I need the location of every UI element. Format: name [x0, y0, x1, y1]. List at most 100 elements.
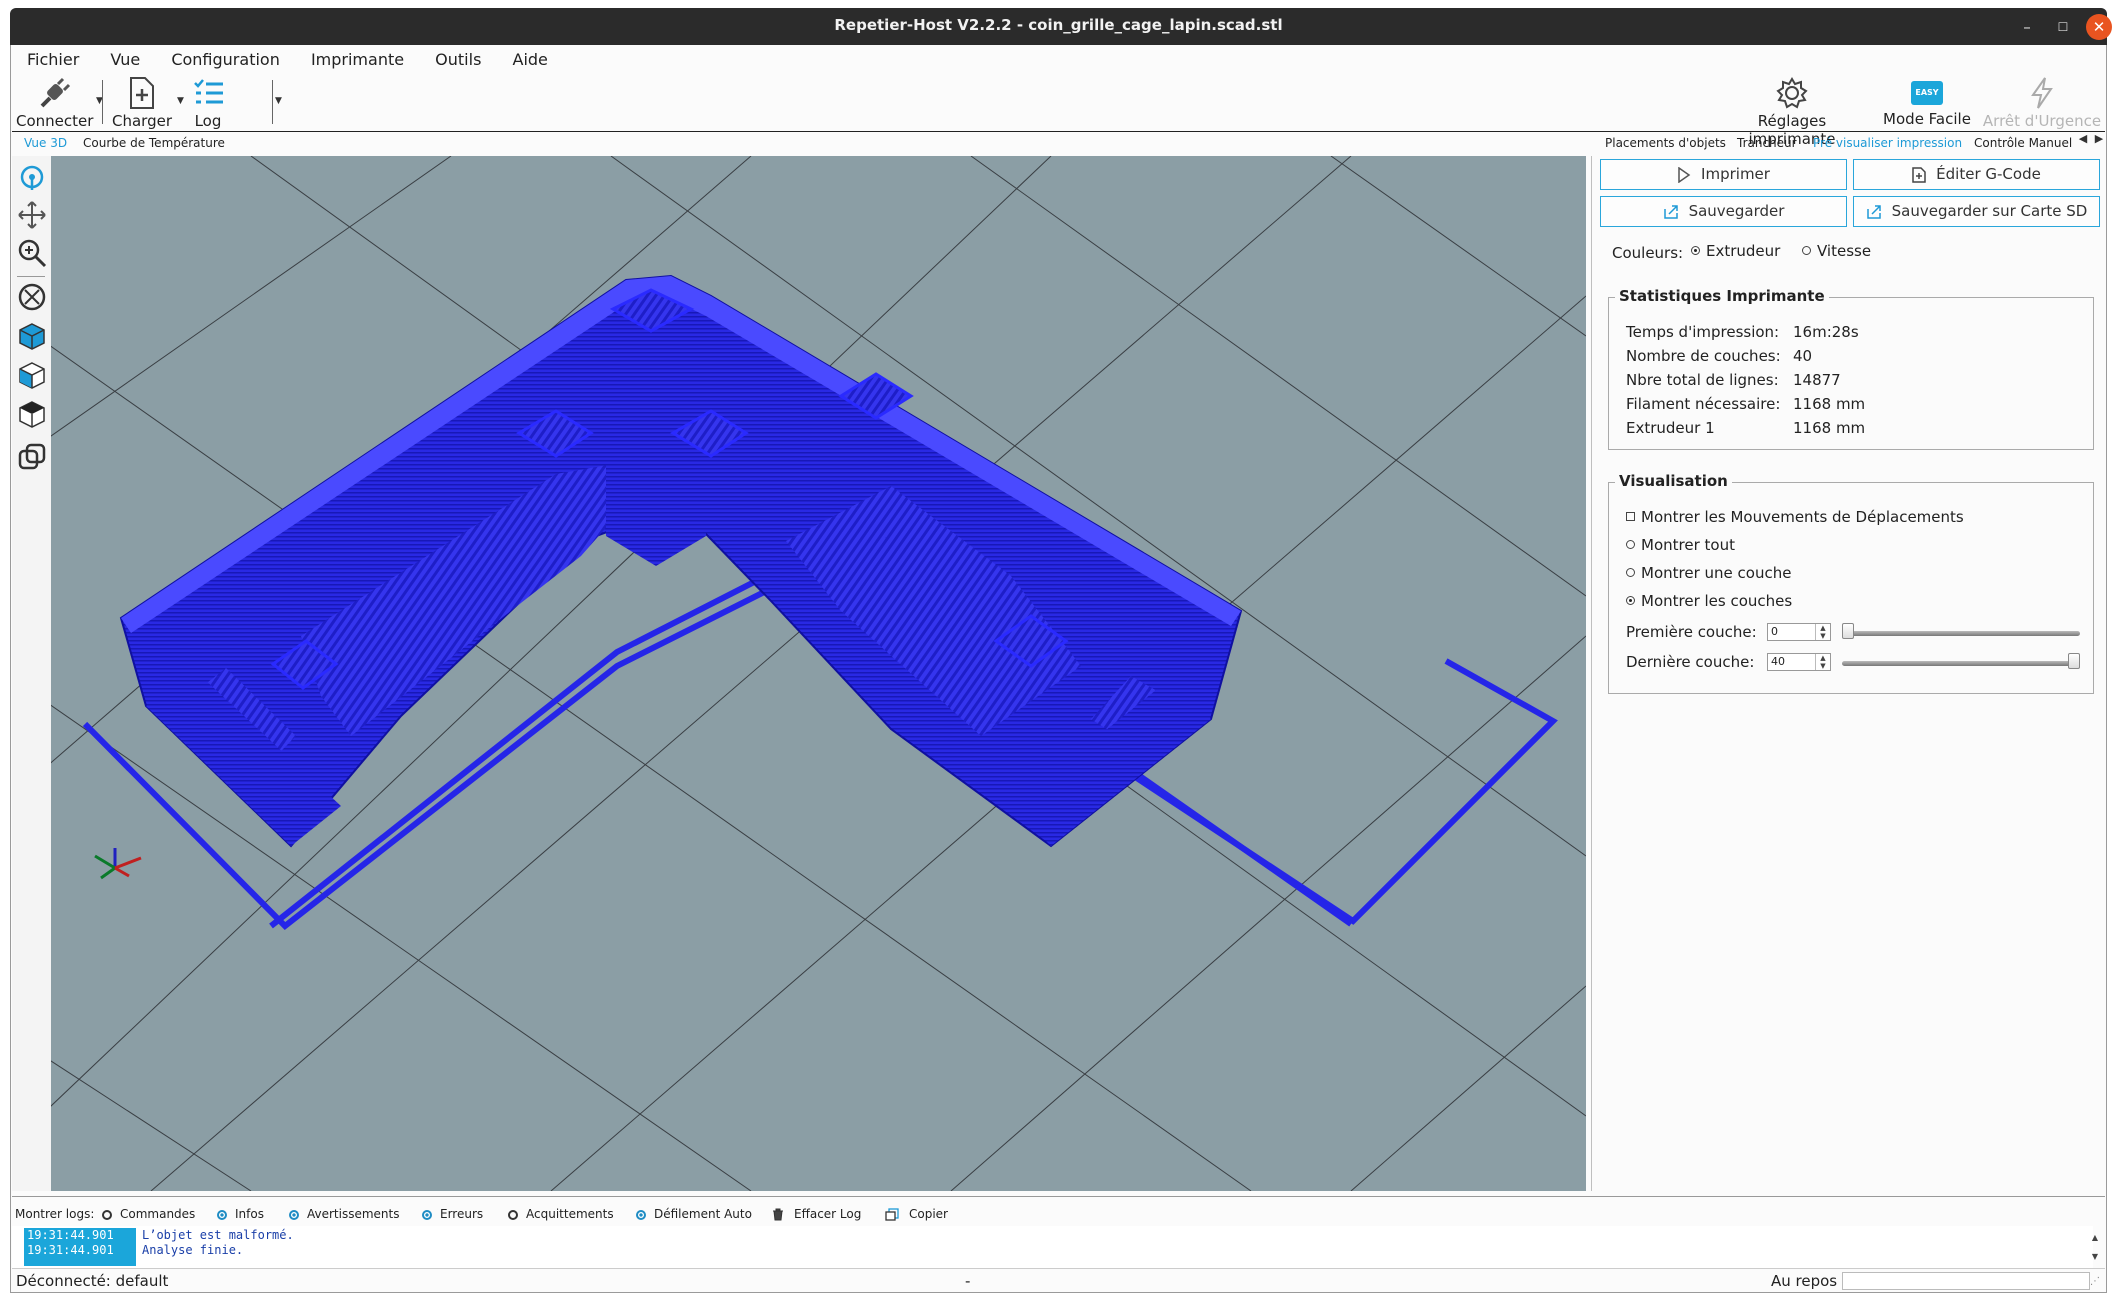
log-filter-acquittements-toggle[interactable] — [508, 1209, 518, 1220]
move-view-icon[interactable] — [17, 200, 47, 230]
log-filter-defilement-toggle[interactable] — [636, 1209, 646, 1220]
log-filter-infos-toggle[interactable] — [217, 1209, 227, 1220]
window-titlebar: Repetier-Host V2.2.2 - coin_grille_cage_… — [10, 8, 2112, 45]
stat-label-lines: Nbre total de lignes: — [1626, 371, 1779, 389]
save-button[interactable]: Sauvegarder — [1600, 196, 1847, 227]
minimize-button[interactable]: – — [2014, 14, 2040, 40]
show-one-label: Montrer une couche — [1641, 564, 1792, 582]
show-all-radio[interactable] — [1626, 540, 1635, 549]
log-entry-time: 19:31:44.901 — [24, 1243, 136, 1266]
stat-label-time: Temps d'impression: — [1626, 323, 1780, 341]
menu-configuration[interactable]: Configuration — [155, 46, 290, 69]
menubar: Fichier Vue Configuration Imprimante Out… — [11, 46, 558, 76]
emergency-stop-button[interactable]: Arrêt d'Urgence — [1982, 76, 2102, 130]
viewport-3d[interactable] — [51, 156, 1586, 1191]
menu-vue[interactable]: Vue — [94, 46, 150, 69]
menu-imprimante[interactable]: Imprimante — [295, 46, 414, 69]
connect-button[interactable]: Connecter — [16, 76, 93, 130]
log-filter-erreurs-label: Erreurs — [440, 1207, 484, 1221]
log-filter-avertissements-toggle[interactable] — [289, 1209, 299, 1220]
load-dropdown-icon[interactable]: ▼ — [177, 96, 184, 106]
toolbar-overflow-icon[interactable]: ▼ — [275, 96, 282, 106]
easy-mode-button[interactable]: EASY Mode Facile — [1880, 76, 1974, 128]
load-button[interactable]: Charger — [112, 76, 172, 130]
log-filter-acquittements[interactable]: Acquittements — [508, 1207, 614, 1221]
log-filter-acquittements-label: Acquittements — [526, 1207, 614, 1221]
last-layer-slider-handle[interactable] — [2068, 653, 2080, 669]
show-travel-label: Montrer les Mouvements de Déplacements — [1641, 508, 1964, 526]
stats-title: Statistiques Imprimante — [1615, 287, 1829, 305]
color-extruder-radio[interactable] — [1691, 246, 1700, 255]
play-icon — [1678, 166, 1691, 183]
maximize-button[interactable]: ☐ — [2050, 14, 2076, 40]
stat-value-time: 16m:28s — [1793, 323, 1859, 341]
save-sd-button[interactable]: Sauvegarder sur Carte SD — [1853, 196, 2100, 227]
rotate-view-icon[interactable] — [17, 162, 47, 192]
tab-scroll-right-icon[interactable]: ▶ — [2092, 132, 2106, 150]
tab-pre-visualiser[interactable]: Pré visualiser impression — [1813, 136, 1962, 150]
zoom-view-icon[interactable] — [17, 238, 47, 268]
stat-label-extruder1: Extrudeur 1 — [1626, 419, 1715, 437]
show-one-option[interactable]: Montrer une couche — [1626, 564, 1791, 582]
menu-outils[interactable]: Outils — [419, 46, 491, 69]
plug-icon — [40, 77, 71, 108]
first-layer-spinbox[interactable]: 0 ▲ ▼ — [1767, 623, 1831, 641]
stat-value-lines: 14877 — [1793, 371, 1841, 389]
log-filter-defilement-label: Défilement Auto — [654, 1207, 752, 1221]
iso-view-icon[interactable] — [17, 321, 47, 351]
first-layer-slider-handle[interactable] — [1842, 623, 1854, 639]
log-filter-avertissements-label: Avertissements — [307, 1207, 400, 1221]
edit-gcode-button[interactable]: Éditer G-Code — [1853, 159, 2100, 190]
copy-log-button[interactable]: Copier — [885, 1207, 948, 1221]
tab-controle-manuel[interactable]: Contrôle Manuel — [1974, 136, 2074, 150]
log-filter-avertissements[interactable]: Avertissements — [289, 1207, 399, 1221]
stat-value-layers: 40 — [1793, 347, 1813, 365]
close-button[interactable]: ✕ — [2086, 14, 2112, 40]
menu-aide[interactable]: Aide — [497, 46, 558, 69]
tab-placements-objets[interactable]: Placements d'objets — [1605, 136, 1726, 150]
resize-grip-icon[interactable]: ⋰ — [2090, 1276, 2100, 1287]
first-layer-slider[interactable] — [1842, 631, 2080, 636]
print-button[interactable]: Imprimer — [1600, 159, 1847, 190]
first-layer-stepper-icon[interactable]: ▲ ▼ — [1815, 624, 1830, 640]
log-area[interactable]: 19:31:44.901 L’objet est malformé. 19:31… — [12, 1226, 2093, 1268]
show-layers-option[interactable]: Montrer les couches — [1626, 592, 1792, 610]
log-filter-infos[interactable]: Infos — [217, 1207, 264, 1221]
fit-view-icon[interactable] — [17, 282, 47, 312]
color-speed-radio[interactable] — [1802, 246, 1811, 255]
color-option-speed[interactable]: Vitesse — [1802, 242, 1871, 260]
show-one-radio[interactable] — [1626, 568, 1635, 577]
show-travel-checkbox[interactable] — [1626, 512, 1635, 521]
export-icon — [1663, 204, 1678, 219]
show-all-option[interactable]: Montrer tout — [1626, 536, 1735, 554]
save-sd-label: Sauvegarder sur Carte SD — [1891, 202, 2088, 220]
show-travel-option[interactable]: Montrer les Mouvements de Déplacements — [1626, 508, 1964, 526]
last-layer-spinbox[interactable]: 40 ▲ ▼ — [1767, 653, 1831, 671]
log-filter-erreurs-toggle[interactable] — [422, 1209, 432, 1220]
clear-log-button[interactable]: Effacer Log — [772, 1207, 861, 1221]
log-filter-commandes-toggle[interactable] — [102, 1209, 112, 1220]
log-filter-erreurs[interactable]: Erreurs — [422, 1207, 483, 1221]
front-view-icon[interactable] — [17, 360, 47, 390]
tab-trancheur[interactable]: Trancheur — [1737, 136, 1797, 150]
clone-view-icon[interactable] — [17, 442, 47, 472]
tab-vue-3d[interactable]: Vue 3D — [24, 136, 67, 150]
show-all-label: Montrer tout — [1641, 536, 1735, 554]
log-filter-commandes[interactable]: Commandes — [102, 1207, 195, 1221]
top-view-icon[interactable] — [17, 399, 47, 429]
last-layer-slider[interactable] — [1842, 661, 2080, 666]
tab-courbe-temperature[interactable]: Courbe de Température — [83, 136, 225, 150]
log-scrollbar[interactable]: ▲ ▼ — [2088, 1228, 2102, 1266]
log-filter-defilement-auto[interactable]: Défilement Auto — [636, 1207, 752, 1221]
color-option-extruder[interactable]: Extrudeur — [1691, 242, 1780, 260]
log-button[interactable]: Log — [190, 76, 226, 130]
tab-scroll-left-icon[interactable]: ◀ — [2076, 132, 2090, 150]
trash-icon — [773, 1208, 783, 1221]
lightning-icon — [2031, 77, 2053, 109]
menu-fichier[interactable]: Fichier — [11, 46, 89, 69]
first-layer-value: 0 — [1771, 625, 1778, 638]
last-layer-stepper-icon[interactable]: ▲ ▼ — [1815, 654, 1830, 670]
progress-bar — [1842, 1272, 2090, 1290]
log-divider — [12, 1196, 2105, 1197]
show-layers-radio[interactable] — [1626, 596, 1635, 605]
